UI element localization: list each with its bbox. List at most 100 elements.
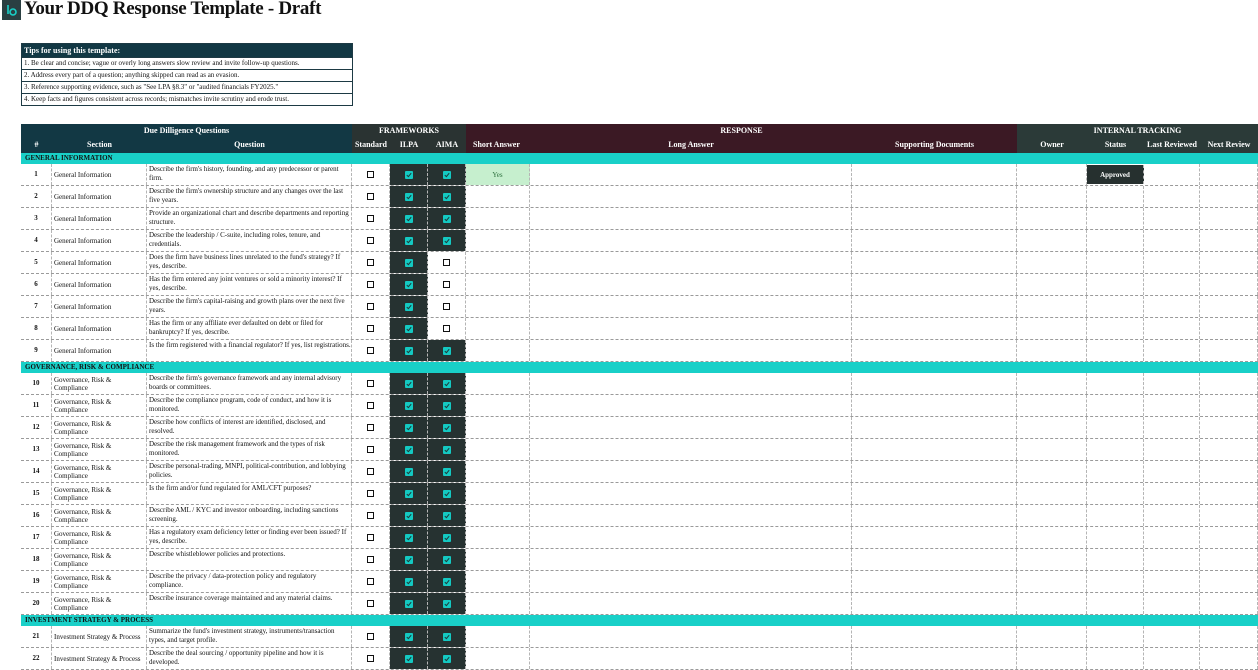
- long-answer-cell[interactable]: [530, 527, 852, 548]
- supporting-documents-cell[interactable]: [852, 296, 1017, 317]
- unchecked-checkbox-icon[interactable]: [367, 446, 374, 453]
- long-answer-cell[interactable]: [530, 296, 852, 317]
- next-review-cell[interactable]: [1200, 461, 1258, 482]
- col-num[interactable]: #: [21, 137, 52, 153]
- ilpa-checkbox-cell[interactable]: [390, 483, 428, 504]
- standard-checkbox-cell[interactable]: [352, 483, 390, 504]
- supporting-documents-cell[interactable]: [852, 483, 1017, 504]
- checked-checkbox-icon[interactable]: [404, 577, 413, 586]
- owner-cell[interactable]: [1017, 373, 1087, 394]
- col-aima[interactable]: AIMA: [428, 137, 466, 153]
- aima-checkbox-cell[interactable]: [428, 340, 466, 361]
- next-review-cell[interactable]: [1200, 417, 1258, 438]
- standard-checkbox-cell[interactable]: [352, 461, 390, 482]
- col-section[interactable]: Section: [52, 137, 147, 153]
- supporting-documents-cell[interactable]: [852, 186, 1017, 207]
- unchecked-checkbox-icon[interactable]: [367, 325, 374, 332]
- aima-checkbox-cell[interactable]: [428, 296, 466, 317]
- ilpa-checkbox-cell[interactable]: [390, 208, 428, 229]
- short-answer-cell[interactable]: [466, 549, 530, 570]
- unchecked-checkbox-icon[interactable]: [367, 347, 374, 354]
- last-reviewed-cell[interactable]: [1144, 208, 1200, 229]
- checked-checkbox-icon[interactable]: [442, 170, 451, 179]
- checked-checkbox-icon[interactable]: [442, 577, 451, 586]
- long-answer-cell[interactable]: [530, 439, 852, 460]
- unchecked-checkbox-icon[interactable]: [367, 237, 374, 244]
- owner-cell[interactable]: [1017, 340, 1087, 361]
- ilpa-checkbox-cell[interactable]: [390, 439, 428, 460]
- short-answer-cell[interactable]: [466, 186, 530, 207]
- short-answer-cell[interactable]: [466, 593, 530, 614]
- ilpa-checkbox-cell[interactable]: [390, 549, 428, 570]
- status-cell[interactable]: [1087, 395, 1144, 416]
- checked-checkbox-icon[interactable]: [404, 632, 413, 641]
- last-reviewed-cell[interactable]: [1144, 483, 1200, 504]
- short-answer-cell[interactable]: [466, 208, 530, 229]
- standard-checkbox-cell[interactable]: [352, 208, 390, 229]
- long-answer-cell[interactable]: [530, 373, 852, 394]
- status-cell[interactable]: [1087, 318, 1144, 339]
- status-cell[interactable]: [1087, 230, 1144, 251]
- next-review-cell[interactable]: [1200, 439, 1258, 460]
- unchecked-checkbox-icon[interactable]: [367, 512, 374, 519]
- col-standard[interactable]: Standard: [352, 137, 390, 153]
- standard-checkbox-cell[interactable]: [352, 417, 390, 438]
- last-reviewed-cell[interactable]: [1144, 648, 1200, 669]
- status-cell[interactable]: [1087, 648, 1144, 669]
- aima-checkbox-cell[interactable]: [428, 593, 466, 614]
- checked-checkbox-icon[interactable]: [442, 214, 451, 223]
- last-reviewed-cell[interactable]: [1144, 593, 1200, 614]
- unchecked-checkbox-icon[interactable]: [367, 556, 374, 563]
- owner-cell[interactable]: [1017, 186, 1087, 207]
- ilpa-checkbox-cell[interactable]: [390, 296, 428, 317]
- short-answer-cell[interactable]: [466, 505, 530, 526]
- short-answer-cell[interactable]: [466, 417, 530, 438]
- owner-cell[interactable]: [1017, 296, 1087, 317]
- unchecked-checkbox-icon[interactable]: [367, 402, 374, 409]
- aima-checkbox-cell[interactable]: [428, 505, 466, 526]
- next-review-cell[interactable]: [1200, 648, 1258, 669]
- standard-checkbox-cell[interactable]: [352, 186, 390, 207]
- long-answer-cell[interactable]: [530, 164, 852, 185]
- checked-checkbox-icon[interactable]: [442, 423, 451, 432]
- last-reviewed-cell[interactable]: [1144, 549, 1200, 570]
- checked-checkbox-icon[interactable]: [404, 346, 413, 355]
- next-review-cell[interactable]: [1200, 483, 1258, 504]
- status-cell[interactable]: [1087, 417, 1144, 438]
- ilpa-checkbox-cell[interactable]: [390, 164, 428, 185]
- next-review-cell[interactable]: [1200, 505, 1258, 526]
- checked-checkbox-icon[interactable]: [404, 467, 413, 476]
- next-review-cell[interactable]: [1200, 208, 1258, 229]
- aima-checkbox-cell[interactable]: [428, 230, 466, 251]
- next-review-cell[interactable]: [1200, 527, 1258, 548]
- owner-cell[interactable]: [1017, 318, 1087, 339]
- checked-checkbox-icon[interactable]: [404, 533, 413, 542]
- checked-checkbox-icon[interactable]: [442, 445, 451, 454]
- checked-checkbox-icon[interactable]: [442, 379, 451, 388]
- unchecked-checkbox-icon[interactable]: [367, 303, 374, 310]
- supporting-documents-cell[interactable]: [852, 571, 1017, 592]
- last-reviewed-cell[interactable]: [1144, 252, 1200, 273]
- unchecked-checkbox-icon[interactable]: [367, 468, 374, 475]
- short-answer-cell[interactable]: Yes: [466, 164, 530, 185]
- ilpa-checkbox-cell[interactable]: [390, 340, 428, 361]
- unchecked-checkbox-icon[interactable]: [367, 259, 374, 266]
- short-answer-cell[interactable]: [466, 230, 530, 251]
- supporting-documents-cell[interactable]: [852, 461, 1017, 482]
- checked-checkbox-icon[interactable]: [404, 379, 413, 388]
- aima-checkbox-cell[interactable]: [428, 439, 466, 460]
- aima-checkbox-cell[interactable]: [428, 252, 466, 273]
- checked-checkbox-icon[interactable]: [404, 280, 413, 289]
- ilpa-checkbox-cell[interactable]: [390, 230, 428, 251]
- long-answer-cell[interactable]: [530, 648, 852, 669]
- checked-checkbox-icon[interactable]: [442, 192, 451, 201]
- aima-checkbox-cell[interactable]: [428, 186, 466, 207]
- unchecked-checkbox-icon[interactable]: [367, 171, 374, 178]
- checked-checkbox-icon[interactable]: [404, 401, 413, 410]
- last-reviewed-cell[interactable]: [1144, 505, 1200, 526]
- next-review-cell[interactable]: [1200, 571, 1258, 592]
- standard-checkbox-cell[interactable]: [352, 340, 390, 361]
- supporting-documents-cell[interactable]: [852, 505, 1017, 526]
- long-answer-cell[interactable]: [530, 395, 852, 416]
- status-cell[interactable]: [1087, 571, 1144, 592]
